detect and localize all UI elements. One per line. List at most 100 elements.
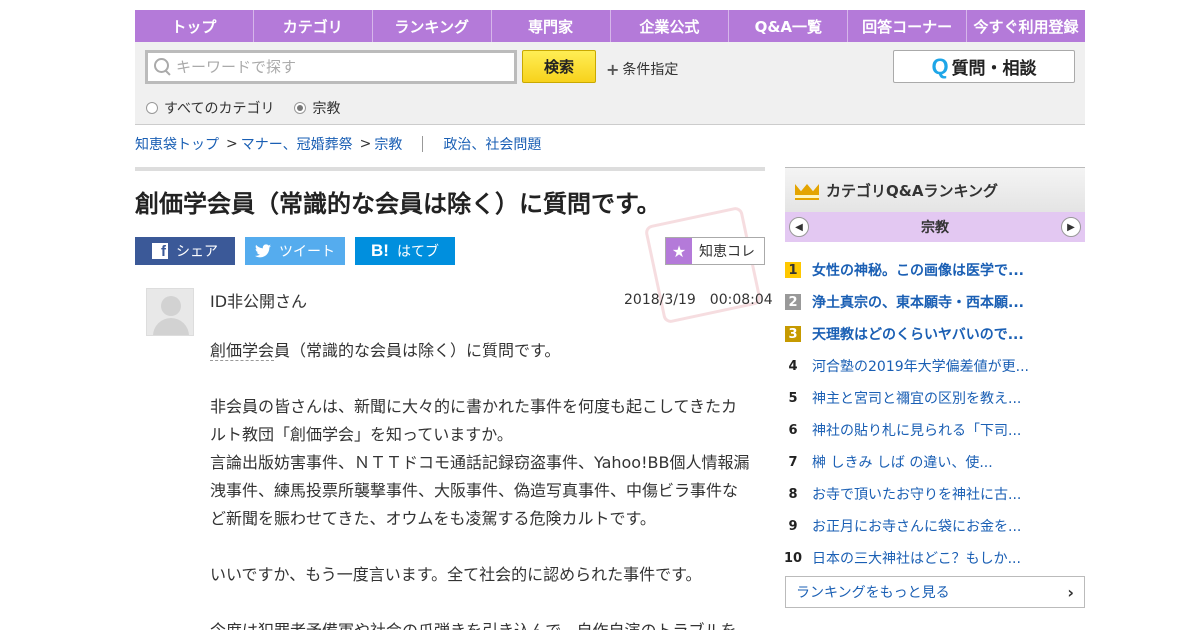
breadcrumb-separator: > <box>226 136 238 152</box>
rank-number: 5 <box>788 390 798 406</box>
nav-qa-list[interactable]: Q&A一覧 <box>729 10 849 42</box>
body-paragraph-5: 今度は犯罪者予備軍や社会の爪弾きを引き込んで、自作自演のトラブルを <box>210 617 750 630</box>
twitter-share-button[interactable]: ツイート <box>245 237 345 265</box>
breadcrumb-separator: > <box>359 136 372 152</box>
global-nav: トップ カテゴリ ランキング 専門家 企業公式 Q&A一覧 回答コーナー 今すぐ… <box>135 10 1085 42</box>
ranking-sidebar: カテゴリQ&Aランキング ◀ 宗教 ▶ 1 女性の神秘。この画像は医学で... 2… <box>783 167 1085 608</box>
search-button[interactable]: 検索 <box>522 50 596 83</box>
rank-number: 8 <box>788 486 798 502</box>
nav-official[interactable]: 企業公式 <box>611 10 730 42</box>
chie-collection-button[interactable]: ★ 知恵コレ <box>665 237 765 265</box>
body-paragraph-2: 非会員の皆さんは、新聞に大々的に書かれた事件を何度も起こしてきたカルト教団「創価… <box>210 397 738 444</box>
chevron-left-icon[interactable]: ◀ <box>789 217 809 237</box>
rank-number: 3 <box>785 326 801 342</box>
breadcrumb-religion[interactable]: 宗教 <box>374 134 402 154</box>
question-area: 創価学会員（常識的な会員は除く）に質問です。 f シェア ツイート B! はてブ… <box>135 167 773 630</box>
condition-label: 条件指定 <box>622 62 679 78</box>
nav-answer-corner[interactable]: 回答コーナー <box>848 10 968 42</box>
ranking-title: カテゴリQ&Aランキング <box>826 181 998 200</box>
avatar-body <box>153 318 189 335</box>
rank-number: 10 <box>783 550 803 566</box>
list-item: 3 天理教はどのくらいヤバいので... <box>785 318 1085 350</box>
ranking-link[interactable]: 浄土真宗の、東本願寺・西本願... <box>812 292 1024 312</box>
rank-number: 2 <box>785 294 801 310</box>
ranking-link[interactable]: 神社の貼り札に見られる「下司... <box>812 420 1021 440</box>
breadcrumb-manners[interactable]: マナー、冠婚葬祭 <box>241 134 353 154</box>
list-item: 2 浄土真宗の、東本願寺・西本願... <box>785 286 1085 318</box>
avatar <box>146 288 194 336</box>
breadcrumb-divider <box>422 136 424 152</box>
ranking-category-name: 宗教 <box>921 220 949 236</box>
hatena-bookmark-button[interactable]: B! はてブ <box>355 237 455 265</box>
facebook-share-button[interactable]: f シェア <box>135 237 235 265</box>
list-item: 8 お寺で頂いたお守りを神社に古... <box>785 478 1085 510</box>
list-item: 5 神主と宮司と禰宜の区別を教え... <box>785 382 1085 414</box>
breadcrumb-related[interactable]: 政治、社会問題 <box>443 134 541 154</box>
ranking-category-switcher: ◀ 宗教 ▶ <box>785 212 1085 242</box>
radio-current-label: 宗教 <box>312 101 341 117</box>
rank-number: 9 <box>788 518 798 534</box>
avatar-head <box>161 296 181 316</box>
list-item: 9 お正月にお寺さんに袋にお金を... <box>785 510 1085 542</box>
chevron-right-icon[interactable]: ▶ <box>1061 217 1081 237</box>
breadcrumb-top[interactable]: 知恵袋トップ <box>135 134 219 154</box>
rank-number: 1 <box>785 262 801 278</box>
q-logo-icon: Q <box>931 53 949 79</box>
header: トップ カテゴリ ランキング 専門家 企業公式 Q&A一覧 回答コーナー 今すぐ… <box>135 10 1085 125</box>
crown-icon <box>795 180 819 200</box>
list-item: 7 榊 しきみ しば の違い、使... <box>785 446 1085 478</box>
ranking-list: 1 女性の神秘。この画像は医学で... 2 浄土真宗の、東本願寺・西本願... 3天… <box>783 254 1085 574</box>
search-icon <box>148 53 176 81</box>
chie-collection-label: 知恵コレ <box>699 244 755 260</box>
rank-number: 6 <box>788 422 798 438</box>
body-paragraph-4: いいですか、もう一度言います。全て社会的に認められた事件です。 <box>210 565 702 584</box>
nav-experts[interactable]: 専門家 <box>492 10 611 42</box>
ranking-link[interactable]: 榊 しきみ しば の違い、使... <box>812 452 993 472</box>
condition-link[interactable]: + 条件指定 <box>606 59 678 79</box>
ranking-link[interactable]: 河合塾の2019年大学偏差値が更... <box>812 356 1029 376</box>
rank-number: 4 <box>788 358 798 374</box>
radio-off-icon <box>146 102 158 114</box>
questioner-name: ID非公開さん <box>210 292 308 311</box>
hatena-label: はてブ <box>396 244 439 260</box>
radio-all-categories[interactable]: すべてのカテゴリ <box>146 98 274 118</box>
ranking-link[interactable]: 神主と宮司と禰宜の区別を教え... <box>812 388 1021 408</box>
list-item: 10 日本の三大神社はどこ？もしか... <box>783 542 1085 574</box>
twitter-share-label: ツイート <box>279 244 335 260</box>
nav-ranking[interactable]: ランキング <box>373 10 492 42</box>
nav-register[interactable]: 今すぐ利用登録 <box>967 10 1085 42</box>
facebook-icon: f <box>152 243 168 259</box>
ask-question-label: 質問・相談 <box>951 59 1037 79</box>
keyword-link[interactable]: 創価学会 <box>210 341 275 361</box>
ranking-more-label: ランキングをもっと見る <box>796 585 950 601</box>
list-item: 1 女性の神秘。この画像は医学で... <box>785 254 1085 286</box>
ranking-link[interactable]: 女性の神秘。この画像は医学で... <box>812 260 1024 280</box>
body-line-1: 創価学会員（常識的な会員は除く）に質問です。 <box>210 337 750 365</box>
list-item: 4 河合塾の2019年大学偏差値が更... <box>785 350 1085 382</box>
search-box[interactable] <box>145 50 517 84</box>
radio-all-label: すべてのカテゴリ <box>164 101 275 117</box>
ranking-link[interactable]: お正月にお寺さんに袋にお金を... <box>812 516 1021 536</box>
body-paragraph-3: 言論出版妨害事件、ＮＴＴドコモ通話記録窃盗事件、Yahoo!BB個人情報漏洩事件… <box>210 453 750 528</box>
search-input[interactable] <box>176 53 514 81</box>
ranking-link[interactable]: お寺で頂いたお守りを神社に古... <box>812 484 1021 504</box>
search-scope: すべてのカテゴリ 宗教 <box>146 98 340 118</box>
ranking-more-link[interactable]: ランキングをもっと見る › <box>785 576 1085 608</box>
hatena-icon: B! <box>371 241 389 260</box>
top-divider <box>135 167 765 171</box>
question-body: 創価学会員（常識的な会員は除く）に質問です。 非会員の皆さんは、新聞に大々的に書… <box>210 337 750 630</box>
star-icon: ★ <box>666 238 692 264</box>
ranking-link[interactable]: 日本の三大神社はどこ？もしか... <box>812 548 1021 568</box>
ask-question-button[interactable]: Q 質問・相談 <box>893 50 1075 83</box>
ranking-link[interactable]: 天理教はどのくらいヤバいので... <box>812 324 1024 344</box>
post-date: 2018/3/19 00:08:04 <box>624 292 773 308</box>
nav-category[interactable]: カテゴリ <box>254 10 373 42</box>
body-line-1-rest: 員（常識的な会員は除く）に質問です。 <box>274 341 561 360</box>
nav-top[interactable]: トップ <box>135 10 254 42</box>
list-item: 6 神社の貼り札に見られる「下司... <box>785 414 1085 446</box>
page-title: 創価学会員（常識的な会員は除く）に質問です。 <box>135 190 661 218</box>
radio-current-category[interactable]: 宗教 <box>294 98 340 118</box>
